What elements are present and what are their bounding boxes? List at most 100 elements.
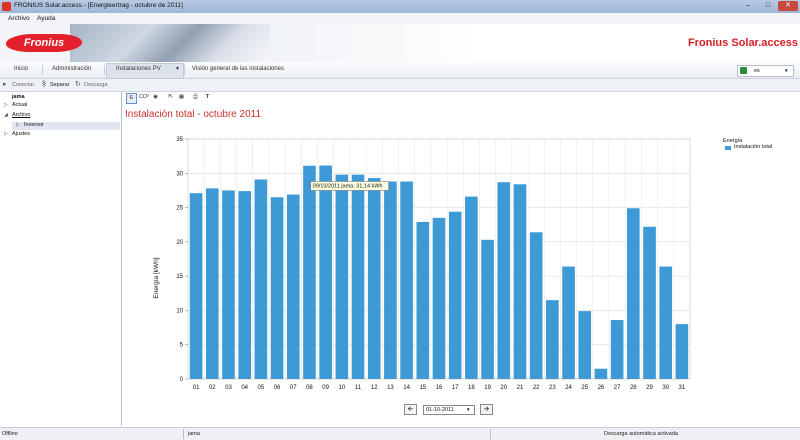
window-title: FRONIUS Solar.access - [Energieertrag - …	[14, 2, 183, 9]
bar-day-09[interactable]	[319, 165, 332, 379]
energy-bar-chart: 01 02 03 04 05 06 07 08 09 10 11 12 13 14 15 16 17 18 19 20…	[153, 137, 691, 391]
bar-day-10[interactable]	[335, 174, 349, 379]
bar-day-19[interactable]	[481, 239, 494, 379]
y-tick-label: 25	[176, 206, 183, 212]
tree-item-jama[interactable]: jama	[12, 94, 25, 100]
text-button[interactable]: T	[203, 93, 212, 102]
y-tick-label: 10	[176, 308, 183, 314]
nav-bar: Inicio Administración Instalaciones PV ▼…	[0, 62, 800, 79]
tab-inicio[interactable]: Inicio	[14, 66, 28, 72]
banner-photo	[70, 24, 270, 62]
language-flag-icon	[740, 67, 747, 74]
bar-day-23[interactable]	[546, 300, 559, 379]
sidebar-tree	[0, 92, 122, 426]
x-tick-label: 11	[355, 385, 362, 391]
bar-day-12[interactable]	[367, 178, 381, 379]
bar-day-30[interactable]	[659, 266, 673, 379]
y-tick-label: 5	[180, 343, 184, 349]
bar-day-06[interactable]	[270, 197, 284, 379]
download-button[interactable]: Descarga	[84, 82, 108, 88]
bar-day-02[interactable]	[205, 188, 219, 379]
x-tick-label: 08	[306, 385, 313, 391]
bar-day-01[interactable]	[189, 193, 203, 379]
bar-day-25[interactable]	[578, 311, 592, 379]
y-tick-label: 30	[176, 171, 183, 177]
x-tick-label: 03	[225, 385, 232, 391]
menu-ayuda[interactable]: Ayuda	[37, 15, 55, 22]
bar-day-17[interactable]	[448, 211, 462, 379]
y-tick-label: 0	[180, 377, 184, 383]
bar-day-28[interactable]	[627, 208, 640, 379]
tree-item-actual[interactable]: ▷ Actual	[4, 102, 27, 108]
x-tick-label: 31	[679, 385, 686, 391]
bar-day-08[interactable]	[303, 165, 316, 379]
bar-day-27[interactable]	[610, 320, 624, 379]
energy-view-button[interactable]: E	[126, 93, 137, 104]
bar-day-04[interactable]	[238, 191, 251, 379]
bar-day-24[interactable]	[562, 266, 575, 379]
separate-button[interactable]: Separar	[50, 82, 70, 88]
tree-item-ajustes[interactable]: ▷ Ajustes	[4, 131, 30, 137]
bar-day-07[interactable]	[286, 194, 300, 379]
tooltip: 09/10/2011 jama: 31,14 kWh	[310, 181, 389, 191]
tab-administracion[interactable]: Administración	[52, 66, 91, 72]
connection-status: Offline	[2, 431, 18, 437]
x-tick-label: 21	[517, 385, 524, 391]
minimize-icon[interactable]: –	[738, 1, 758, 11]
bar-day-15[interactable]	[416, 221, 430, 379]
x-tick-label: 22	[533, 385, 540, 391]
x-tick-label: 20	[500, 385, 507, 391]
menu-archivo[interactable]: Archivo	[8, 15, 30, 22]
bar-day-26[interactable]	[594, 368, 608, 379]
bar-day-31[interactable]	[675, 324, 689, 379]
bar-day-20[interactable]	[497, 182, 511, 379]
x-tick-label: 05	[258, 385, 265, 391]
x-tick-label: 10	[338, 385, 345, 391]
date-picker[interactable]: 01-10-2011 ▼	[423, 405, 475, 415]
bar-day-18[interactable]	[465, 196, 478, 379]
collapse-icon: ◢	[4, 112, 8, 118]
bar-day-29[interactable]	[643, 226, 656, 379]
bar-day-22[interactable]	[529, 232, 543, 379]
tree-item-archivo[interactable]: ◢ Archivo	[4, 112, 30, 118]
legend-label: Instalación total	[734, 144, 773, 150]
tree-item-inversor[interactable]: ▷ Inversor	[16, 122, 44, 128]
connect-button[interactable]: Conectar	[12, 82, 34, 88]
bar-day-11[interactable]	[351, 174, 365, 379]
x-tick-label: 29	[646, 385, 653, 391]
x-tick-label: 14	[403, 385, 410, 391]
fullscreen-icon[interactable]: ⇱	[166, 93, 175, 102]
fronius-logo: Fronius	[4, 34, 84, 52]
chevron-down-icon: ▼	[784, 67, 789, 73]
x-tick-label: 28	[630, 385, 637, 391]
bar-day-05[interactable]	[254, 179, 268, 379]
chart-title: Instalación total - octubre 2011	[125, 109, 262, 120]
bar-day-14[interactable]	[400, 181, 413, 379]
co2-view-button[interactable]: CO²	[138, 93, 150, 102]
x-tick-label: 18	[468, 385, 475, 391]
language-select[interactable]: es ▼	[737, 65, 794, 77]
x-tick-label: 07	[290, 385, 297, 391]
next-month-button[interactable]: 🡪	[480, 404, 493, 415]
bar-day-21[interactable]	[513, 184, 527, 379]
app-icon	[2, 2, 11, 11]
tab-vision-general[interactable]: Visión general de las instalaciones	[192, 66, 284, 72]
table-icon[interactable]: ▦	[177, 93, 186, 102]
bar-day-13[interactable]	[384, 181, 397, 379]
download-icon: ↻	[75, 81, 81, 88]
bar-day-03[interactable]	[222, 190, 235, 379]
x-tick-label: 24	[565, 385, 572, 391]
close-icon[interactable]: ✕	[778, 1, 798, 11]
tab-instalaciones-pv[interactable]: Instalaciones PV	[116, 66, 161, 72]
print-icon[interactable]: ⎙	[191, 93, 200, 102]
previous-month-button[interactable]: 🡨	[404, 404, 417, 415]
chevron-down-icon[interactable]: ▼	[175, 66, 180, 72]
bar-day-16[interactable]	[432, 217, 446, 379]
x-tick-label: 13	[387, 385, 394, 391]
banner: Fronius Fronius Solar.access	[0, 24, 800, 62]
maximize-icon[interactable]: □	[758, 1, 778, 11]
x-tick-label: 09	[322, 385, 329, 391]
x-tick-label: 16	[436, 385, 443, 391]
currency-icon[interactable]: ◉	[151, 93, 160, 102]
x-tick-label: 26	[598, 385, 605, 391]
